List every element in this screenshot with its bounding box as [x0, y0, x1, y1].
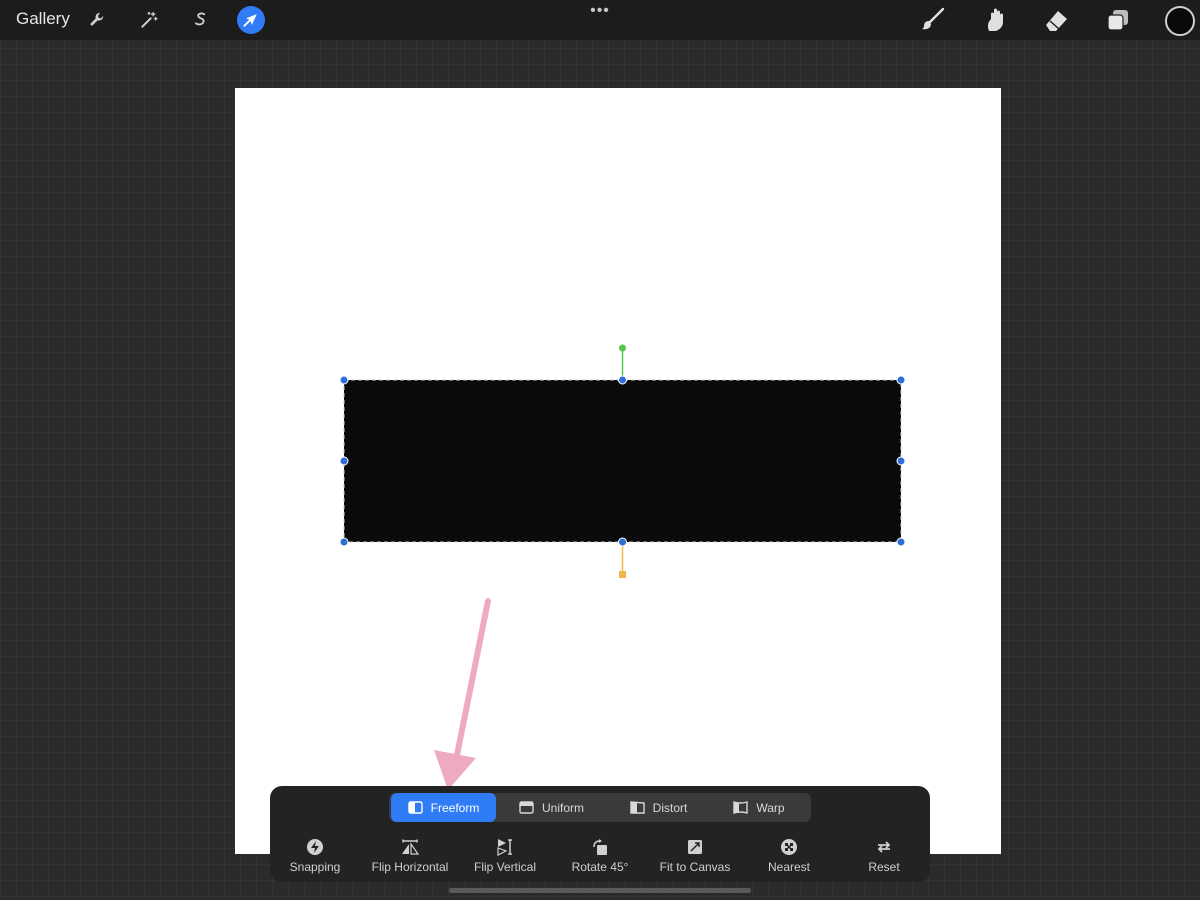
freeform-label: Freeform [430, 800, 480, 815]
pivot-handle[interactable] [619, 571, 626, 578]
flip-vertical-label: Flip Vertical [473, 860, 537, 874]
transform-mode-selector: Freeform Uniform Distort Warp [389, 793, 811, 822]
flip-vertical-icon [497, 839, 512, 856]
fit-to-canvas-button[interactable]: Fit to Canvas [649, 838, 741, 876]
uniform-mode-button[interactable]: Uniform [499, 793, 604, 822]
flip-horizontal-button[interactable]: Flip Horizontal [364, 838, 456, 876]
uniform-label: Uniform [541, 800, 584, 815]
rotation-handle[interactable] [619, 344, 626, 352]
edge-handle-left[interactable] [339, 456, 349, 466]
corner-handle-top-left[interactable] [339, 375, 349, 385]
warp-mode-button[interactable]: Warp [709, 793, 809, 822]
nearest-icon [781, 839, 797, 855]
snapping-button[interactable]: Snapping [269, 838, 361, 876]
reset-label: Reset [868, 860, 900, 874]
selected-rectangle[interactable] [344, 380, 901, 542]
freeform-icon [407, 801, 423, 814]
rotate-45-icon [593, 839, 607, 855]
reset-icon [877, 841, 891, 853]
distort-icon [629, 801, 645, 814]
freeform-mode-button[interactable]: Freeform [391, 793, 496, 822]
edge-handle-top[interactable] [618, 375, 627, 385]
home-indicator[interactable] [449, 888, 751, 893]
snapping-icon [307, 839, 323, 855]
flip-vertical-button[interactable]: Flip Vertical [459, 838, 551, 876]
corner-handle-top-right[interactable] [896, 375, 906, 385]
flip-horizontal-icon [402, 839, 419, 855]
nearest-label: Nearest [767, 860, 811, 874]
distort-mode-button[interactable]: Distort [606, 793, 711, 822]
annotation-arrow [434, 598, 491, 790]
transform-toolbar: Freeform Uniform Distort Warp Snapping F… [270, 786, 930, 882]
warp-icon [733, 801, 749, 814]
edge-handle-right[interactable] [896, 456, 906, 466]
rotate-45-button[interactable]: Rotate 45° [554, 838, 646, 876]
rotate-45-label: Rotate 45° [571, 860, 629, 874]
flip-horizontal-label: Flip Horizontal [371, 860, 449, 874]
edge-handle-bottom[interactable] [618, 537, 627, 547]
uniform-icon [519, 801, 534, 814]
fit-to-canvas-label: Fit to Canvas [659, 860, 731, 874]
fit-to-canvas-icon [688, 840, 702, 854]
warp-label: Warp [756, 800, 785, 815]
reset-button[interactable]: Reset [838, 838, 930, 876]
nearest-button[interactable]: Nearest [743, 838, 835, 876]
corner-handle-bottom-right[interactable] [896, 537, 906, 547]
distort-label: Distort [652, 800, 688, 815]
corner-handle-bottom-left[interactable] [339, 537, 349, 547]
snapping-label: Snapping [289, 860, 341, 874]
